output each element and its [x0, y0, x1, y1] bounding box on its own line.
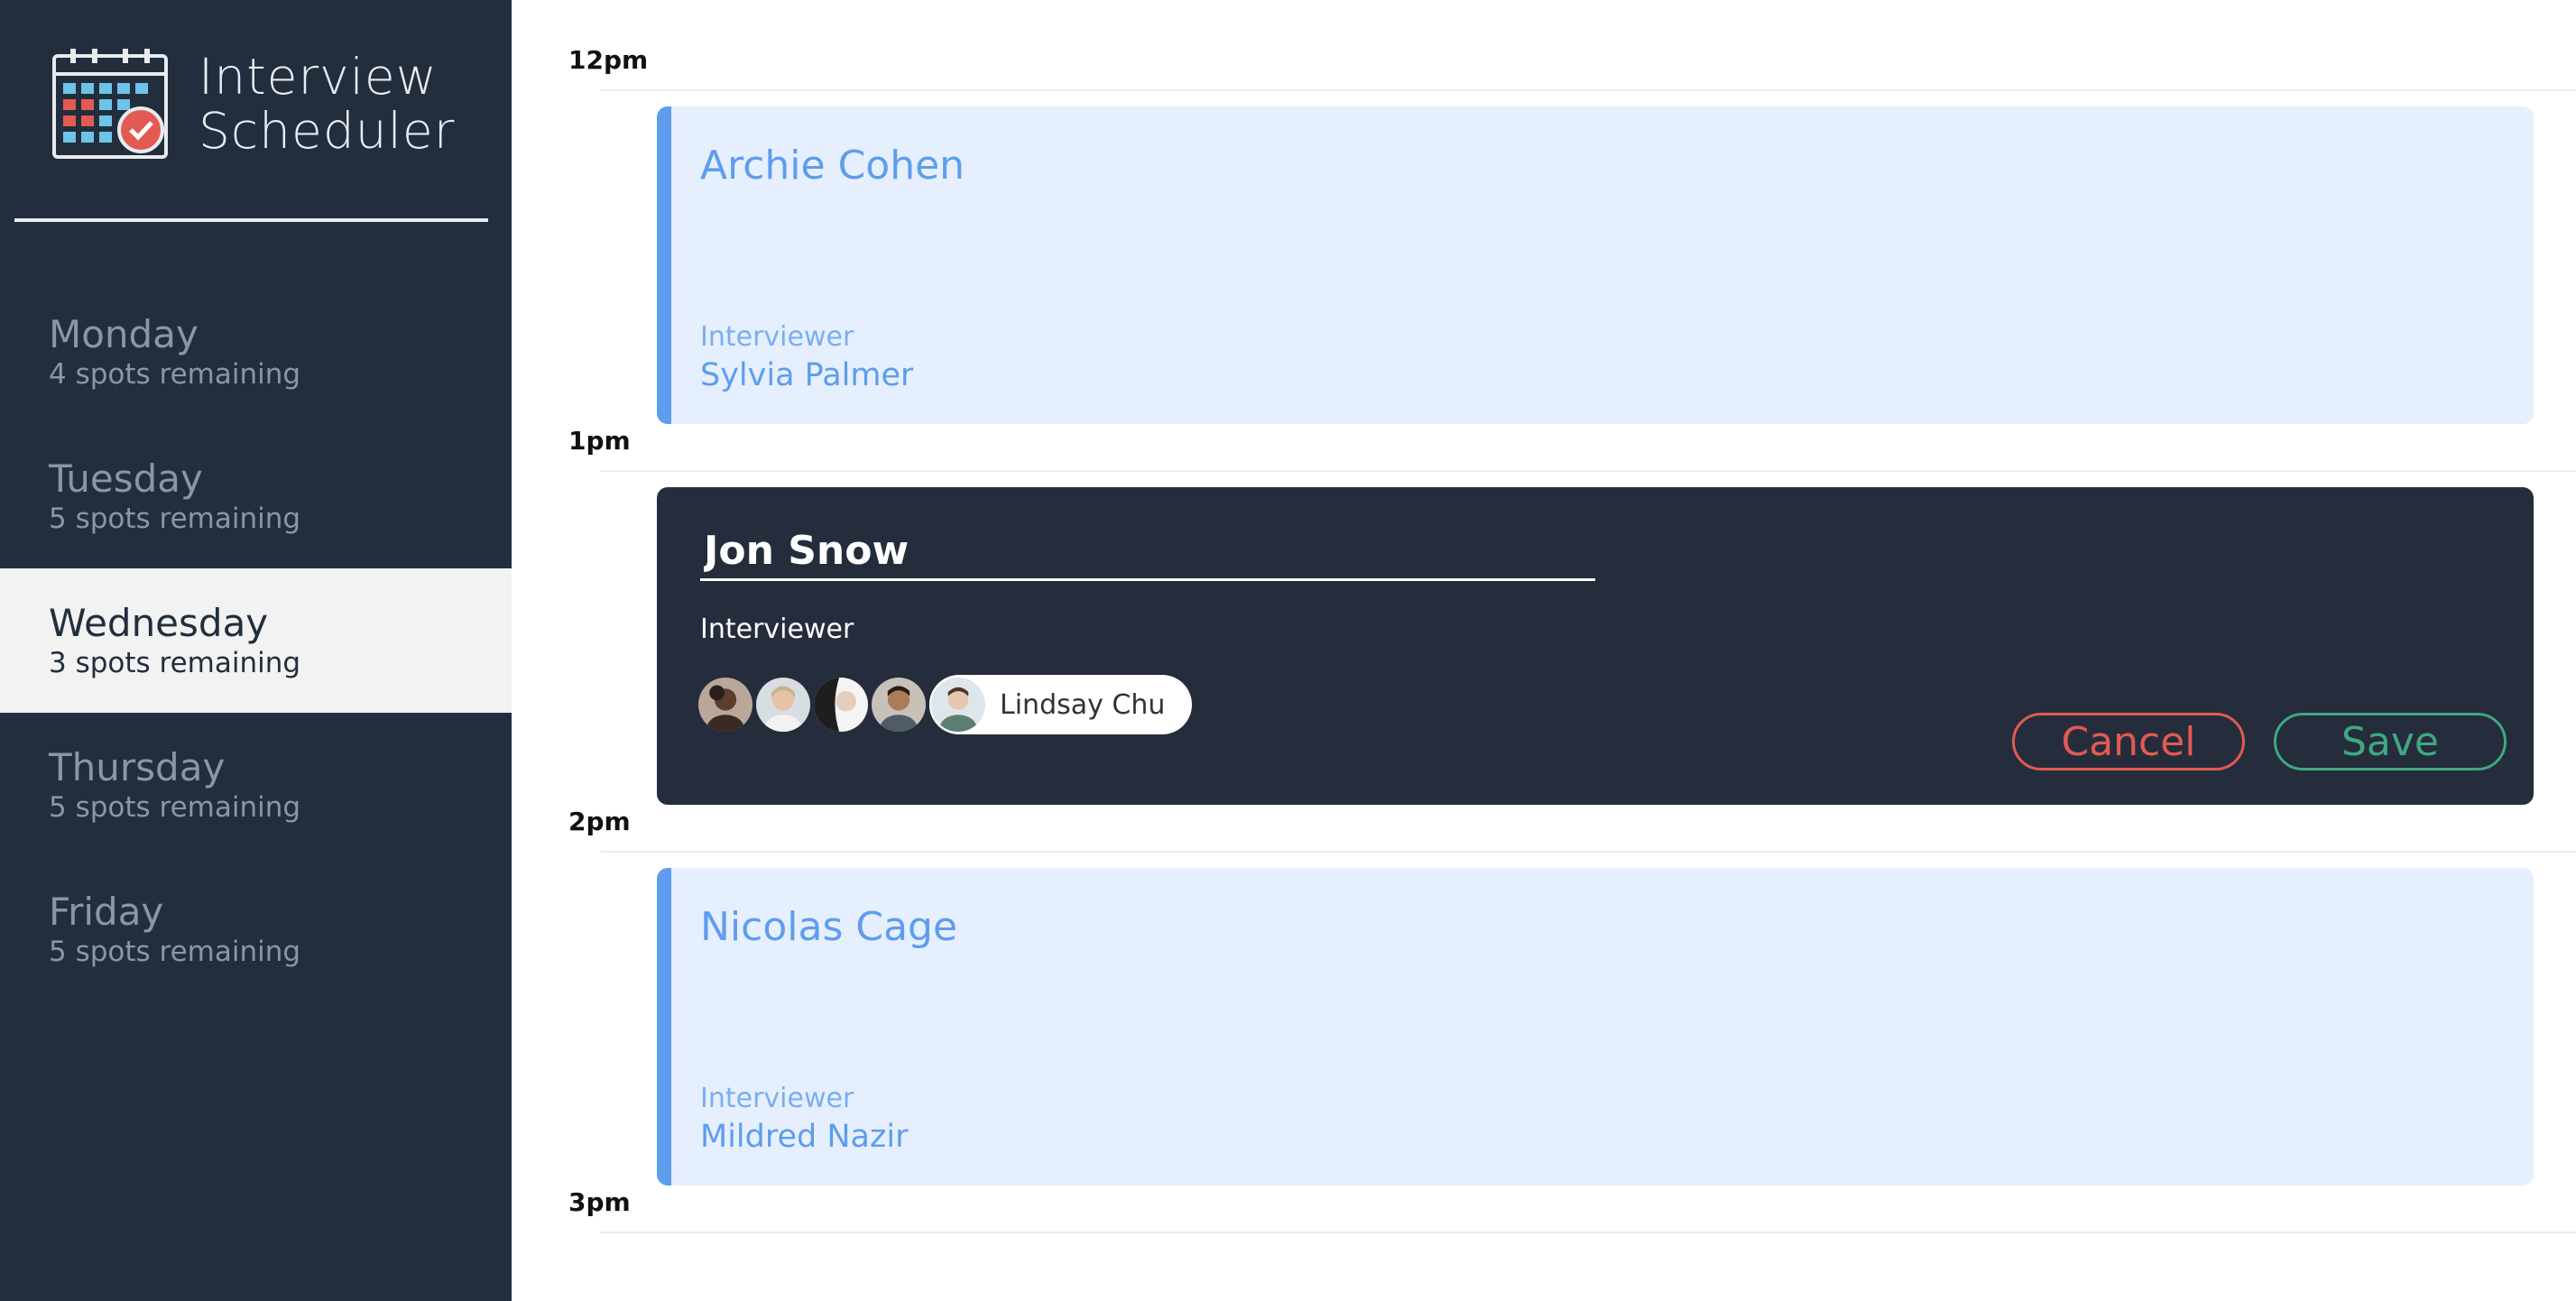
- day-spots: 5 spots remaining: [49, 503, 301, 535]
- time-label-1pm: 1pm: [568, 426, 631, 456]
- appointment-card[interactable]: Nicolas Cage Interviewer Mildred Nazir: [657, 868, 2534, 1186]
- avatar-photo-icon: [814, 678, 868, 732]
- day-name: Tuesday: [49, 457, 203, 501]
- student-name-input[interactable]: [700, 523, 1595, 581]
- interviewer-label: Interviewer: [700, 321, 854, 353]
- time-divider: [600, 89, 2576, 91]
- avatar-photo-icon: [931, 678, 985, 732]
- avatar-photo-icon: [756, 678, 810, 732]
- day-name: Thursday: [49, 745, 226, 789]
- calendar-logo-icon: [52, 49, 168, 159]
- avatar-photo-icon: [872, 678, 926, 732]
- student-name: Archie Cohen: [700, 143, 965, 189]
- interviewer-label: Interviewer: [700, 1083, 854, 1114]
- day-item-thursday[interactable]: Thursday 5 spots remaining: [0, 713, 512, 857]
- day-spots: 4 spots remaining: [49, 358, 301, 391]
- interviewer-name: Sylvia Palmer: [700, 357, 914, 393]
- interviewer-label: Interviewer: [700, 614, 854, 645]
- save-button[interactable]: Save: [2274, 713, 2507, 770]
- interviewer-avatar[interactable]: [812, 676, 870, 734]
- interviewer-avatar[interactable]: [870, 676, 928, 734]
- cancel-button[interactable]: Cancel: [2012, 713, 2245, 770]
- interviewer-selected-name: Lindsay Chu: [1000, 688, 1166, 721]
- app-title-line1: Interview: [199, 48, 438, 106]
- interviewer-list: Lindsay Chu: [697, 675, 1193, 734]
- sidebar: Interview Scheduler Monday 4 spots remai…: [0, 0, 512, 1301]
- interviewer-avatar[interactable]: [754, 676, 812, 734]
- app-title-line2: Scheduler: [199, 102, 456, 160]
- appointment-card[interactable]: Archie Cohen Interviewer Sylvia Palmer: [657, 106, 2534, 424]
- interviewer-selected[interactable]: Lindsay Chu: [929, 675, 1193, 734]
- app-title: Interview Scheduler: [199, 50, 455, 158]
- day-list: Monday 4 spots remaining Tuesday 5 spots…: [0, 280, 512, 1001]
- appointment-form: Interviewer: [657, 487, 2534, 805]
- day-item-wednesday[interactable]: Wednesday 3 spots remaining: [0, 568, 512, 713]
- day-name: Friday: [49, 890, 164, 934]
- avatar-photo-icon: [698, 678, 752, 732]
- day-spots: 5 spots remaining: [49, 936, 301, 968]
- time-label-2pm: 2pm: [568, 807, 631, 836]
- time-divider: [600, 851, 2576, 853]
- day-item-tuesday[interactable]: Tuesday 5 spots remaining: [0, 424, 512, 568]
- day-spots: 3 spots remaining: [49, 647, 301, 679]
- time-label-3pm: 3pm: [568, 1187, 631, 1217]
- sidebar-divider: [14, 218, 488, 222]
- student-name: Nicolas Cage: [700, 904, 958, 950]
- brand: Interview Scheduler: [51, 47, 455, 161]
- day-item-friday[interactable]: Friday 5 spots remaining: [0, 857, 512, 1001]
- time-label-12pm: 12pm: [568, 45, 649, 75]
- day-item-monday[interactable]: Monday 4 spots remaining: [0, 280, 512, 424]
- day-spots: 5 spots remaining: [49, 791, 301, 824]
- interviewer-name: Mildred Nazir: [700, 1119, 909, 1155]
- time-divider: [600, 470, 2576, 472]
- time-divider: [600, 1232, 2576, 1233]
- day-name: Monday: [49, 312, 199, 356]
- day-name: Wednesday: [49, 601, 269, 645]
- interviewer-avatar[interactable]: [697, 676, 754, 734]
- interviewer-avatar: [929, 676, 987, 734]
